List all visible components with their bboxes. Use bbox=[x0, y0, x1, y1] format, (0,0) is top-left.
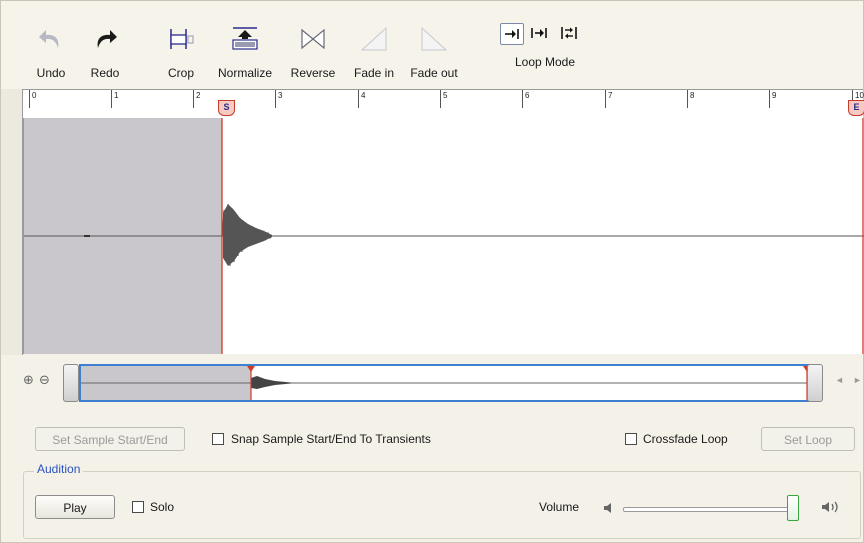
volume-label: Volume bbox=[539, 500, 580, 514]
redo-button[interactable]: Redo bbox=[85, 1, 125, 89]
fade-in-button[interactable]: Fade in bbox=[347, 1, 401, 89]
ruler-tick bbox=[193, 90, 194, 108]
timeline-ruler[interactable]: 0 1 2 3 4 5 6 7 8 9 10 S E bbox=[23, 89, 864, 119]
loop-mode-group: Loop Mode bbox=[495, 23, 595, 83]
waveform-view[interactable] bbox=[23, 118, 864, 354]
volume-high-icon bbox=[821, 500, 843, 519]
overview-waveform-graphic bbox=[81, 366, 809, 400]
ruler-tick-label: 7 bbox=[608, 91, 613, 100]
ruler-tick bbox=[605, 90, 606, 108]
sample-editor-window: Undo Redo Crop Normalize Reverse Fade in… bbox=[0, 0, 864, 543]
fade-in-label: Fade in bbox=[353, 66, 395, 80]
loop-mode-label: Loop Mode bbox=[514, 55, 576, 69]
solo-checkbox[interactable] bbox=[132, 501, 144, 513]
overview-left-handle[interactable] bbox=[63, 364, 79, 402]
loop-forward-icon bbox=[505, 29, 519, 39]
sample-end-marker[interactable]: E bbox=[848, 100, 864, 116]
ruler-tick bbox=[111, 90, 112, 108]
normalize-label: Normalize bbox=[217, 66, 272, 80]
pingpong-loop-icon bbox=[561, 27, 577, 39]
audition-title: Audition bbox=[34, 462, 84, 476]
play-button[interactable]: Play bbox=[35, 495, 115, 519]
crop-icon bbox=[164, 21, 198, 57]
fade-in-icon bbox=[357, 21, 391, 57]
crossfade-loop-label: Crossfade Loop bbox=[643, 432, 728, 446]
undo-button[interactable]: Undo bbox=[31, 1, 71, 89]
ruler-tick-label: 9 bbox=[772, 91, 777, 100]
ruler-tick-label: 6 bbox=[525, 91, 530, 100]
loop-mode-forward-button[interactable] bbox=[500, 23, 524, 45]
loop-mode-pingpong-button[interactable] bbox=[558, 23, 580, 43]
ruler-tick-label: 5 bbox=[443, 91, 448, 100]
crossfade-loop-checkbox[interactable] bbox=[625, 433, 637, 445]
normalize-button[interactable]: Normalize bbox=[213, 1, 277, 89]
ruler-tick bbox=[522, 90, 523, 108]
snap-to-transients-checkbox[interactable] bbox=[212, 433, 224, 445]
normalize-icon bbox=[228, 21, 262, 57]
reverse-button[interactable]: Reverse bbox=[283, 1, 343, 89]
overview-right-handle[interactable] bbox=[807, 364, 823, 402]
redo-icon bbox=[88, 21, 122, 57]
ruler-tick-label: 1 bbox=[114, 91, 119, 100]
waveform-left-gutter bbox=[1, 89, 23, 355]
snap-to-transients-label: Snap Sample Start/End To Transients bbox=[231, 432, 431, 446]
reverse-label: Reverse bbox=[290, 66, 336, 80]
audition-group bbox=[23, 471, 861, 539]
set-loop-button[interactable]: Set Loop bbox=[761, 427, 855, 451]
crop-label: Crop bbox=[167, 66, 194, 80]
volume-low-icon bbox=[603, 501, 615, 519]
undo-label: Undo bbox=[36, 66, 66, 80]
zoom-out-icon[interactable]: ⊖ bbox=[39, 373, 51, 386]
undo-icon bbox=[34, 21, 68, 57]
volume-slider-track[interactable] bbox=[623, 507, 797, 512]
ruler-tick-label: 0 bbox=[32, 91, 37, 100]
ruler-tick-label: 2 bbox=[196, 91, 201, 100]
ruler-tick bbox=[29, 90, 30, 108]
crop-button[interactable]: Crop bbox=[161, 1, 201, 89]
ruler-tick-label: 3 bbox=[278, 91, 283, 100]
scroll-right-icon[interactable]: ► bbox=[853, 375, 862, 385]
fade-out-label: Fade out bbox=[410, 66, 458, 80]
fade-out-button[interactable]: Fade out bbox=[405, 1, 463, 89]
ruler-tick bbox=[275, 90, 276, 108]
ruler-tick bbox=[769, 90, 770, 108]
ruler-tick-label: 8 bbox=[690, 91, 695, 100]
solo-label: Solo bbox=[150, 500, 175, 514]
overview-scroller[interactable] bbox=[63, 362, 823, 402]
loop-mode-loop-button[interactable] bbox=[528, 23, 550, 43]
overview-waveform[interactable] bbox=[79, 364, 811, 402]
zoom-in-icon[interactable]: ⊕ bbox=[23, 373, 35, 386]
ruler-tick-label: 10 bbox=[855, 91, 864, 100]
scroll-left-icon[interactable]: ◄ bbox=[835, 375, 844, 385]
ruler-tick bbox=[440, 90, 441, 108]
loop-icon bbox=[531, 28, 547, 38]
reverse-icon bbox=[296, 21, 330, 57]
sample-start-marker[interactable]: S bbox=[218, 100, 235, 116]
waveform-graphic bbox=[24, 118, 864, 354]
redo-label: Redo bbox=[90, 66, 120, 80]
ruler-tick bbox=[687, 90, 688, 108]
ruler-tick-label: 4 bbox=[361, 91, 366, 100]
fade-out-icon bbox=[417, 21, 451, 57]
ruler-tick bbox=[358, 90, 359, 108]
toolbar: Undo Redo Crop Normalize Reverse Fade in… bbox=[1, 1, 863, 89]
set-sample-start-end-button[interactable]: Set Sample Start/End bbox=[35, 427, 185, 451]
volume-slider-thumb[interactable] bbox=[787, 495, 799, 521]
overview-row: ⊕ ⊖ ◄ ► bbox=[1, 357, 863, 407]
